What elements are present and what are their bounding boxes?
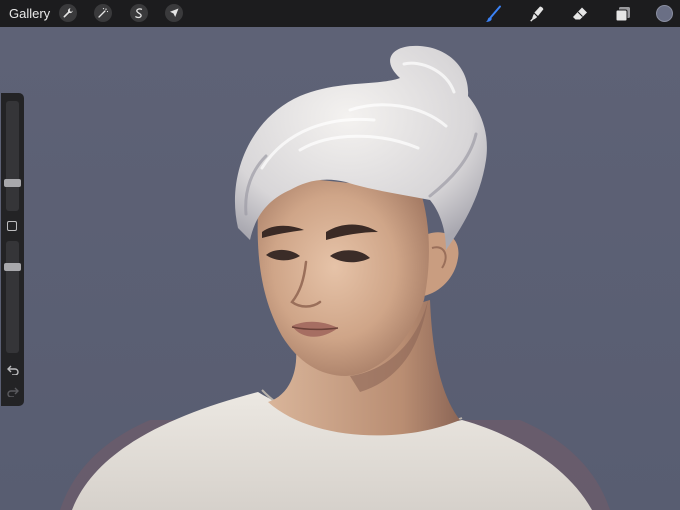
magic-wand-icon: [98, 8, 109, 18]
transform-arrow-icon: [170, 8, 179, 17]
brush-size-slider[interactable]: [4, 101, 21, 211]
actions-button[interactable]: [59, 4, 77, 22]
top-toolbar: Gallery: [0, 0, 680, 27]
adjustments-button[interactable]: [94, 4, 112, 22]
opacity-thumb[interactable]: [4, 263, 21, 271]
redo-icon: [7, 387, 19, 397]
selection-icon: [135, 8, 143, 19]
transform-button[interactable]: [165, 4, 183, 22]
portrait-artwork: [60, 45, 610, 510]
drawing-canvas[interactable]: [0, 27, 680, 510]
undo-icon: [7, 365, 19, 375]
redo-button[interactable]: [5, 385, 21, 399]
opacity-slider[interactable]: [4, 241, 21, 353]
color-picker-button[interactable]: [656, 5, 673, 22]
layers-icon: [615, 7, 630, 22]
left-sidebar: [1, 93, 24, 406]
smudge-button[interactable]: [527, 4, 547, 24]
smudge-icon: [530, 6, 544, 22]
wrench-icon: [63, 8, 73, 18]
layers-button[interactable]: [613, 4, 633, 24]
gallery-button[interactable]: Gallery: [9, 6, 50, 21]
brush-button[interactable]: [483, 4, 503, 24]
modify-button[interactable]: [7, 221, 17, 231]
brush-size-thumb[interactable]: [4, 179, 21, 187]
eraser-icon: [573, 7, 587, 20]
undo-button[interactable]: [5, 363, 21, 377]
selection-button[interactable]: [130, 4, 148, 22]
eraser-button[interactable]: [570, 4, 590, 24]
brush-icon: [485, 5, 501, 22]
